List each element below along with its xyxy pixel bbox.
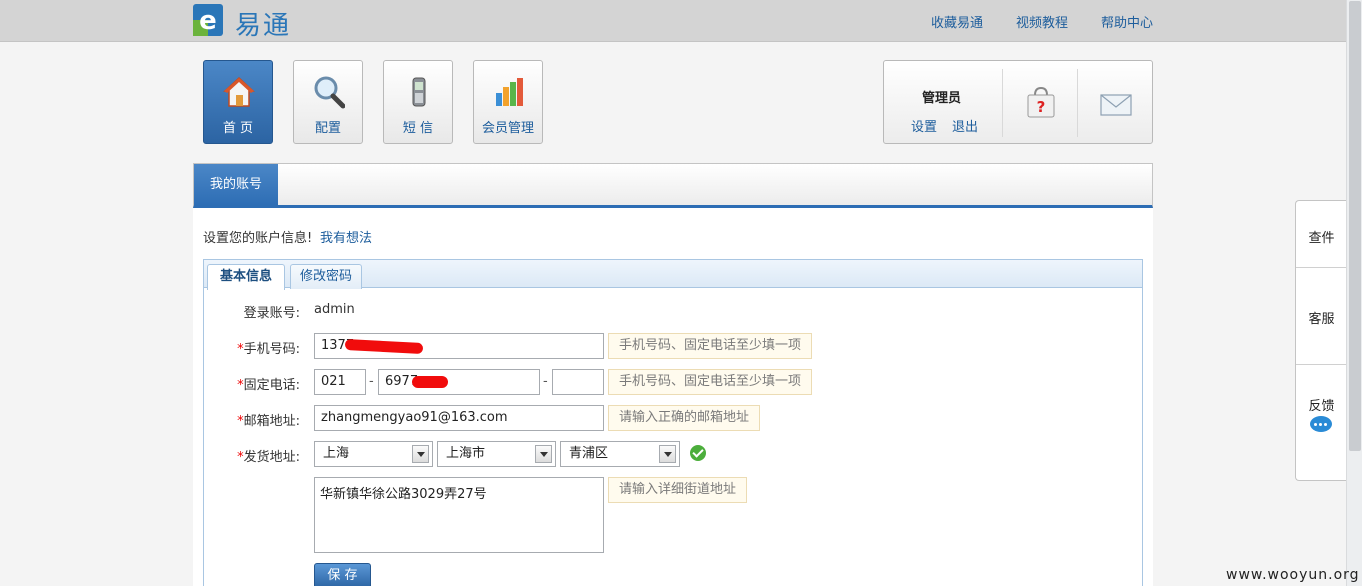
user-panel: 管理员 设置 退出 ? bbox=[883, 60, 1153, 144]
tab-change-password[interactable]: 修改密码 bbox=[290, 264, 362, 289]
nav-config-label: 配置 bbox=[314, 121, 341, 136]
svg-text:e: e bbox=[199, 6, 217, 36]
mobile-label: *手机号码: bbox=[237, 342, 300, 357]
logout-link[interactable]: 退出 bbox=[952, 116, 978, 135]
brand-name: 易通 bbox=[235, 11, 292, 41]
nav-member-label: 会员管理 bbox=[481, 121, 534, 136]
top-bar: e 易通 收藏易通 视频教程 帮助中心 bbox=[0, 0, 1346, 42]
tab-basic-info[interactable]: 基本信息 bbox=[207, 264, 285, 290]
help-bag-icon[interactable]: ? bbox=[1026, 85, 1056, 119]
redaction-mark bbox=[412, 376, 448, 388]
feedback-idea-link[interactable]: 我有想法 bbox=[320, 227, 372, 246]
bar-chart-icon bbox=[496, 78, 523, 106]
check-icon bbox=[690, 445, 706, 461]
form-tab-bar: 基本信息 修改密码 bbox=[204, 260, 1142, 290]
phone-icon bbox=[412, 77, 426, 107]
svg-text:?: ? bbox=[1037, 98, 1046, 116]
nav-sms-label: 短 信 bbox=[402, 121, 434, 136]
watermark: www.wooyun.org bbox=[1226, 567, 1360, 583]
divider bbox=[1296, 364, 1347, 365]
scrollbar-thumb[interactable] bbox=[1349, 1, 1361, 451]
nav-sms-button[interactable]: 短 信 bbox=[383, 60, 453, 144]
login-account-value: admin bbox=[314, 302, 355, 317]
track-package-button[interactable]: 查件 bbox=[1296, 227, 1347, 246]
mobile-hint: 手机号码、固定电话至少填一项 bbox=[608, 333, 813, 359]
side-float-panel: 查件 客服 反馈 bbox=[1295, 200, 1347, 481]
dash-separator: - bbox=[543, 374, 548, 389]
nav-member-button[interactable]: 会员管理 bbox=[473, 60, 543, 144]
bookmark-link[interactable]: 收藏易通 bbox=[931, 12, 983, 31]
divider bbox=[1296, 267, 1347, 268]
dash-separator: - bbox=[369, 374, 374, 389]
video-tutorial-link[interactable]: 视频教程 bbox=[1016, 12, 1068, 31]
mail-icon[interactable] bbox=[1100, 94, 1132, 116]
email-input[interactable]: zhangmengyao91@163.com bbox=[314, 405, 604, 431]
divider bbox=[1077, 69, 1078, 137]
landline-hint: 手机号码、固定电话至少填一项 bbox=[608, 369, 813, 395]
user-name: 管理员 bbox=[922, 91, 962, 106]
customer-service-button[interactable]: 客服 bbox=[1296, 308, 1347, 327]
landline-number-input[interactable]: 6977 bbox=[378, 369, 540, 395]
nav-home-label: 首 页 bbox=[222, 121, 254, 136]
district-select[interactable]: 青浦区 bbox=[560, 441, 680, 467]
tab-my-account[interactable]: 我的账号 bbox=[194, 164, 278, 206]
email-hint: 请输入正确的邮箱地址 bbox=[608, 405, 761, 431]
divider bbox=[1002, 69, 1003, 137]
city-select[interactable]: 上海市 bbox=[437, 441, 556, 467]
intro-text: 设置您的账户信息! bbox=[203, 231, 313, 246]
extension-input[interactable] bbox=[552, 369, 604, 395]
province-select[interactable]: 上海 bbox=[314, 441, 433, 467]
feedback-button[interactable]: 反馈 bbox=[1296, 395, 1347, 414]
chevron-down-icon bbox=[535, 445, 552, 463]
home-icon bbox=[223, 76, 255, 107]
logo-icon: e bbox=[193, 4, 223, 36]
search-icon bbox=[314, 76, 345, 109]
chevron-down-icon bbox=[659, 445, 676, 463]
address-label: *发货地址: bbox=[237, 450, 300, 465]
page-scrollbar[interactable] bbox=[1346, 0, 1362, 586]
nav-home-button[interactable]: 首 页 bbox=[203, 60, 273, 144]
help-center-link[interactable]: 帮助中心 bbox=[1101, 12, 1153, 31]
landline-label: *固定电话: bbox=[237, 378, 300, 393]
area-code-input[interactable]: 021 bbox=[314, 369, 366, 395]
street-hint: 请输入详细街道地址 bbox=[608, 477, 748, 503]
nav-config-button[interactable]: 配置 bbox=[293, 60, 363, 144]
login-account-label: 登录账号: bbox=[243, 306, 300, 321]
chevron-down-icon bbox=[412, 445, 429, 463]
street-address-textarea[interactable]: 华新镇华徐公路3029弄27号 bbox=[314, 477, 604, 553]
settings-link[interactable]: 设置 bbox=[911, 116, 937, 135]
save-button[interactable]: 保 存 bbox=[314, 563, 371, 586]
email-label: *邮箱地址: bbox=[237, 414, 300, 429]
page-tab-bar: 我的账号 bbox=[193, 163, 1153, 208]
chat-bubble-icon bbox=[1310, 416, 1332, 432]
